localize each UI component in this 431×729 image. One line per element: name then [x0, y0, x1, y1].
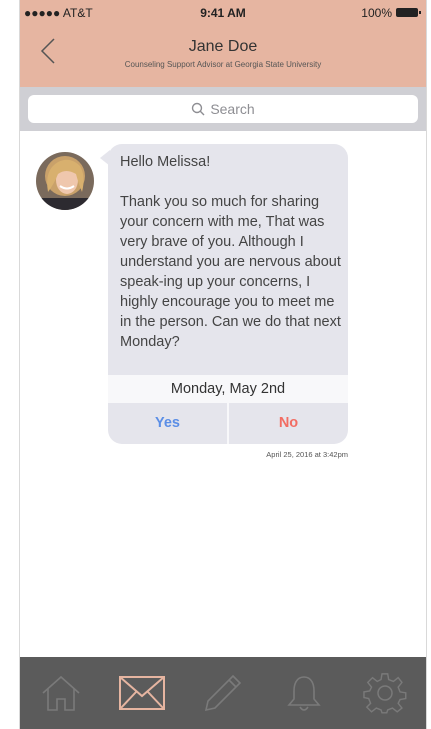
header: ●●●●● AT&T 9:41 AM 100% Jane Doe Counsel… [20, 0, 426, 87]
message-text: Hello Melissa! Thank you so much for sha… [120, 154, 341, 350]
battery-icon [396, 8, 421, 17]
yes-button[interactable]: Yes [108, 403, 229, 444]
message-bubble: Hello Melissa! Thank you so much for sha… [108, 144, 348, 444]
search-input[interactable]: Search [28, 95, 418, 123]
proposed-date: Monday, May 2nd [108, 375, 348, 403]
search-placeholder: Search [210, 101, 255, 117]
mail-icon [118, 676, 165, 710]
page-subtitle: Counseling Support Advisor at Georgia St… [124, 60, 322, 69]
gear-icon [363, 673, 407, 714]
tab-home[interactable] [37, 669, 85, 717]
no-button[interactable]: No [229, 403, 348, 444]
tab-notifications[interactable] [280, 669, 328, 717]
pencil-icon [204, 674, 242, 712]
app-frame: ●●●●● AT&T 9:41 AM 100% Jane Doe Counsel… [19, 0, 427, 729]
home-icon [42, 675, 80, 711]
tab-messages[interactable] [118, 669, 166, 717]
avatar-image [36, 152, 94, 210]
tab-settings[interactable] [361, 669, 409, 717]
bell-icon [287, 676, 321, 711]
status-bar: ●●●●● AT&T 9:41 AM 100% [20, 4, 426, 22]
avatar[interactable] [36, 152, 94, 210]
tab-bar [20, 657, 426, 729]
response-buttons: Yes No [108, 403, 348, 444]
page-title: Jane Doe [188, 38, 258, 55]
search-icon [192, 102, 205, 116]
tab-compose[interactable] [199, 669, 247, 717]
message-timestamp: April 25, 2016 at 3:42pm [266, 450, 348, 459]
search-bar: Search [20, 87, 426, 131]
battery-percent: 100% [361, 6, 392, 20]
